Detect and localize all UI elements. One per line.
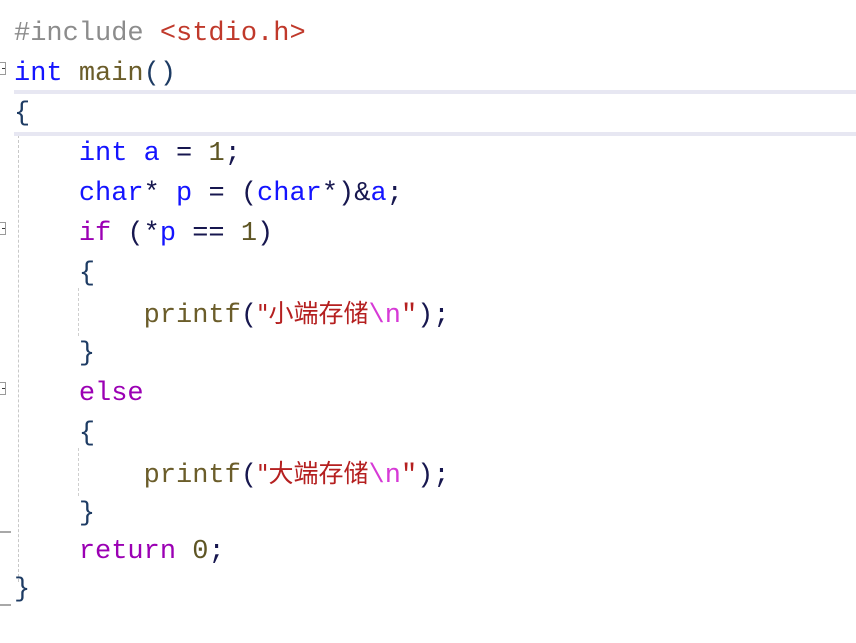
- code-token-plain: ;: [433, 301, 450, 331]
- code-token-plain: *: [143, 179, 160, 209]
- code-token-plain: ==: [192, 219, 225, 249]
- code-token-plain: (*: [127, 219, 160, 249]
- code-token-plain: (: [240, 179, 258, 209]
- code-line[interactable]: return 0;: [0, 532, 856, 572]
- code-editor[interactable]: #include <stdio.h> int main(){ int a = 1;…: [0, 0, 856, 643]
- code-line[interactable]: else: [0, 374, 856, 414]
- code-text-layer[interactable]: #include <stdio.h> int main(){ int a = 1;…: [0, 0, 856, 643]
- code-token-number: 1: [208, 139, 225, 169]
- code-line[interactable]: int main(): [0, 54, 856, 94]
- code-token-func: printf: [143, 301, 241, 331]
- code-line[interactable]: {: [0, 414, 856, 454]
- code-token-number: 0: [192, 537, 209, 567]
- code-token-keyword: int: [14, 59, 63, 89]
- code-token-number: 1: [240, 219, 258, 249]
- code-token-string: ": [400, 301, 418, 331]
- code-token-brace: (): [143, 59, 177, 89]
- code-line[interactable]: #include <stdio.h>: [0, 14, 856, 54]
- code-token-plain: ): [417, 301, 434, 331]
- code-token-keyword: char: [257, 179, 322, 209]
- code-token-control: return: [78, 537, 177, 567]
- code-token-plain: =: [208, 179, 225, 209]
- code-token-brace: {: [14, 99, 31, 129]
- code-token-plain: ): [417, 461, 434, 491]
- code-token-brace: {: [78, 419, 96, 449]
- code-token-keyword: int: [78, 139, 128, 169]
- code-token-pre: #include: [14, 19, 144, 49]
- code-token-plain: *): [321, 179, 355, 209]
- code-token-plain: ): [257, 219, 274, 249]
- code-line[interactable]: if (*p == 1): [0, 214, 856, 254]
- code-token-plain: (: [240, 301, 258, 331]
- code-token-string: ": [400, 461, 418, 491]
- code-line[interactable]: printf("大端存储\n");: [0, 454, 856, 494]
- code-token-header: <stdio.h>: [159, 19, 306, 49]
- code-line[interactable]: int a = 1;: [0, 134, 856, 174]
- code-token-plain: (: [240, 461, 258, 491]
- code-line[interactable]: }: [0, 334, 856, 374]
- code-token-brace: {: [78, 259, 96, 289]
- code-token-brace: }: [14, 575, 31, 605]
- code-token-ident: a: [370, 179, 387, 209]
- code-line[interactable]: {: [0, 94, 856, 134]
- code-token-control: if: [78, 219, 112, 249]
- code-token-string: "大端存储: [257, 459, 369, 488]
- code-token-plain: ;: [433, 461, 450, 491]
- code-token-plain: =: [176, 139, 193, 169]
- code-line[interactable]: }: [0, 570, 856, 610]
- code-token-brace: }: [78, 339, 96, 369]
- code-token-func: main: [78, 59, 144, 89]
- code-token-string: "小端存储: [257, 299, 369, 328]
- code-line[interactable]: printf("小端存储\n");: [0, 294, 856, 334]
- code-token-escape: \n: [368, 461, 401, 491]
- code-token-plain: ;: [386, 179, 403, 209]
- code-token-func: printf: [143, 461, 241, 491]
- code-token-escape: \n: [368, 301, 401, 331]
- code-token-plain: &: [354, 179, 371, 209]
- code-token-ident: p: [176, 179, 193, 209]
- code-token-brace: }: [78, 499, 96, 529]
- code-token-plain: ;: [224, 139, 241, 169]
- code-token-ident: a: [143, 139, 160, 169]
- code-token-ident: p: [159, 219, 177, 249]
- code-line[interactable]: char* p = (char*)&a;: [0, 174, 856, 214]
- code-line[interactable]: {: [0, 254, 856, 294]
- code-token-control: else: [78, 379, 144, 409]
- code-token-keyword: char: [78, 179, 144, 209]
- code-token-plain: ;: [208, 537, 225, 567]
- code-line[interactable]: }: [0, 494, 856, 534]
